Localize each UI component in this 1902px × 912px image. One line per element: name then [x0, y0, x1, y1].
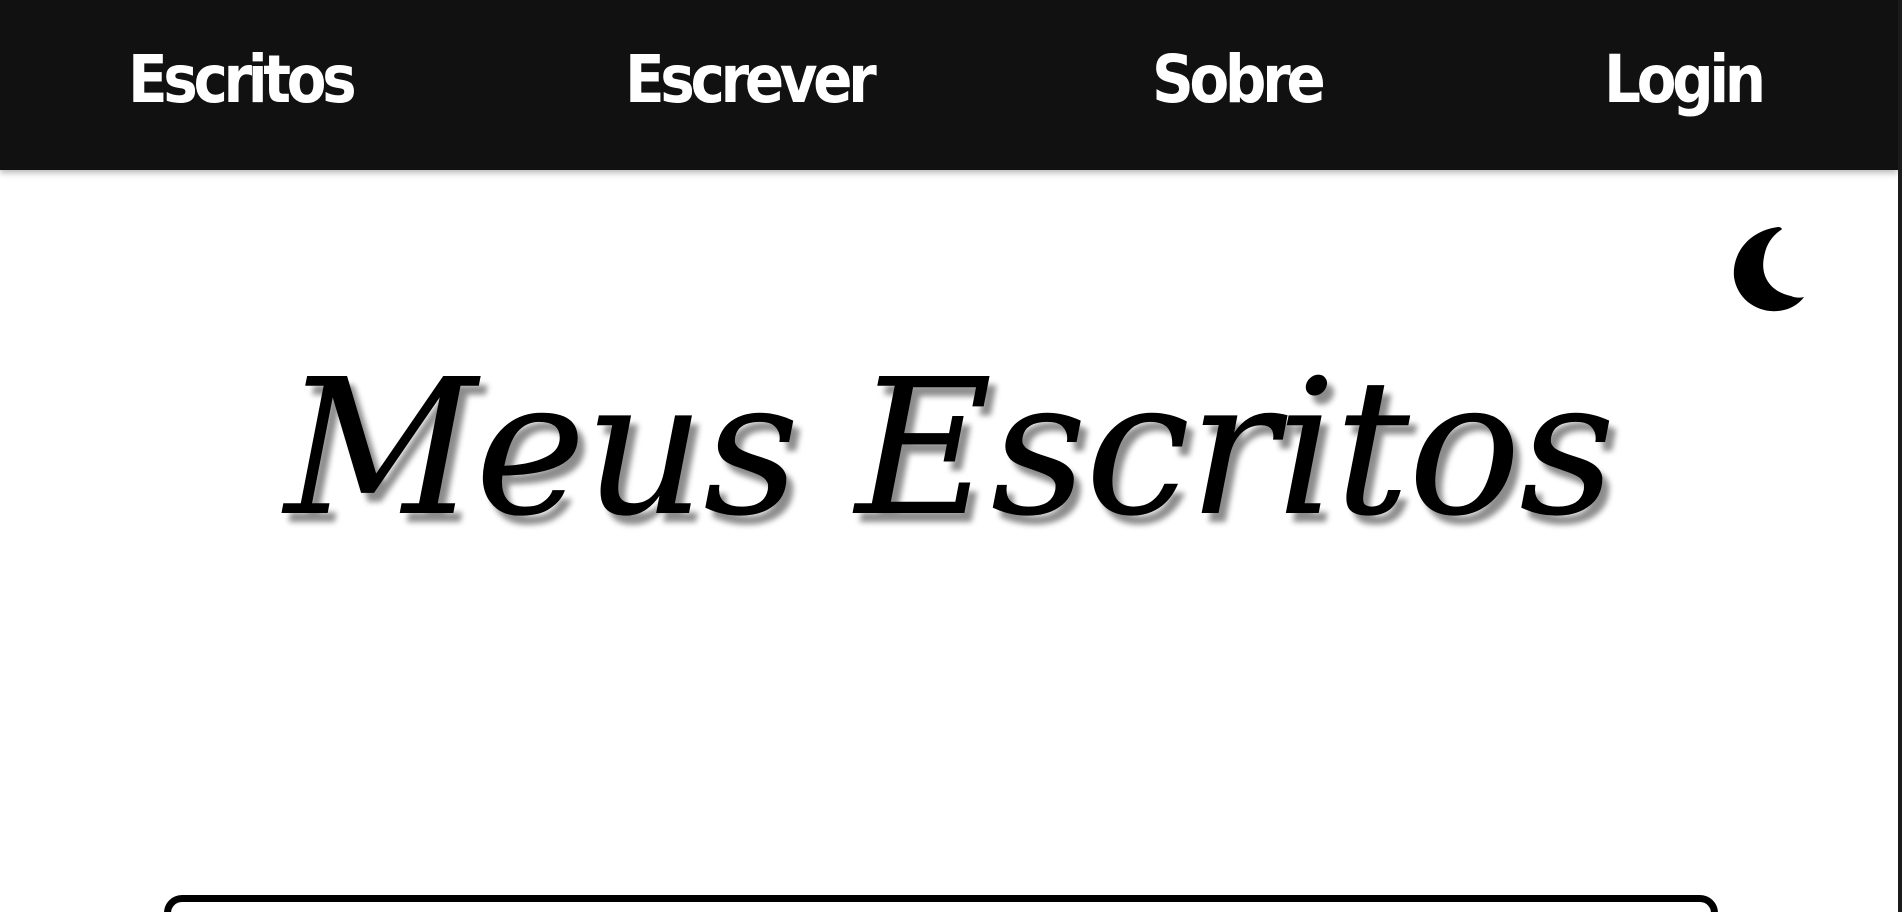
nav-sobre-link[interactable]: Sobre	[1152, 30, 1326, 130]
top-nav: Escritos Escrever Sobre Login	[0, 0, 1898, 170]
window-edge	[1898, 0, 1902, 912]
nav-escritos-link[interactable]: Escritos	[128, 30, 357, 130]
nav-escrever-link[interactable]: Escrever	[625, 30, 877, 130]
nav-login-link[interactable]: Login	[1604, 30, 1766, 130]
page-title: Meus Escritos	[284, 339, 1615, 558]
page: Escritos Escrever Sobre Login Meus Escri…	[0, 0, 1902, 912]
content-card	[164, 895, 1718, 912]
moon-icon	[1733, 227, 1804, 312]
theme-toggle-button[interactable]	[1726, 222, 1810, 314]
